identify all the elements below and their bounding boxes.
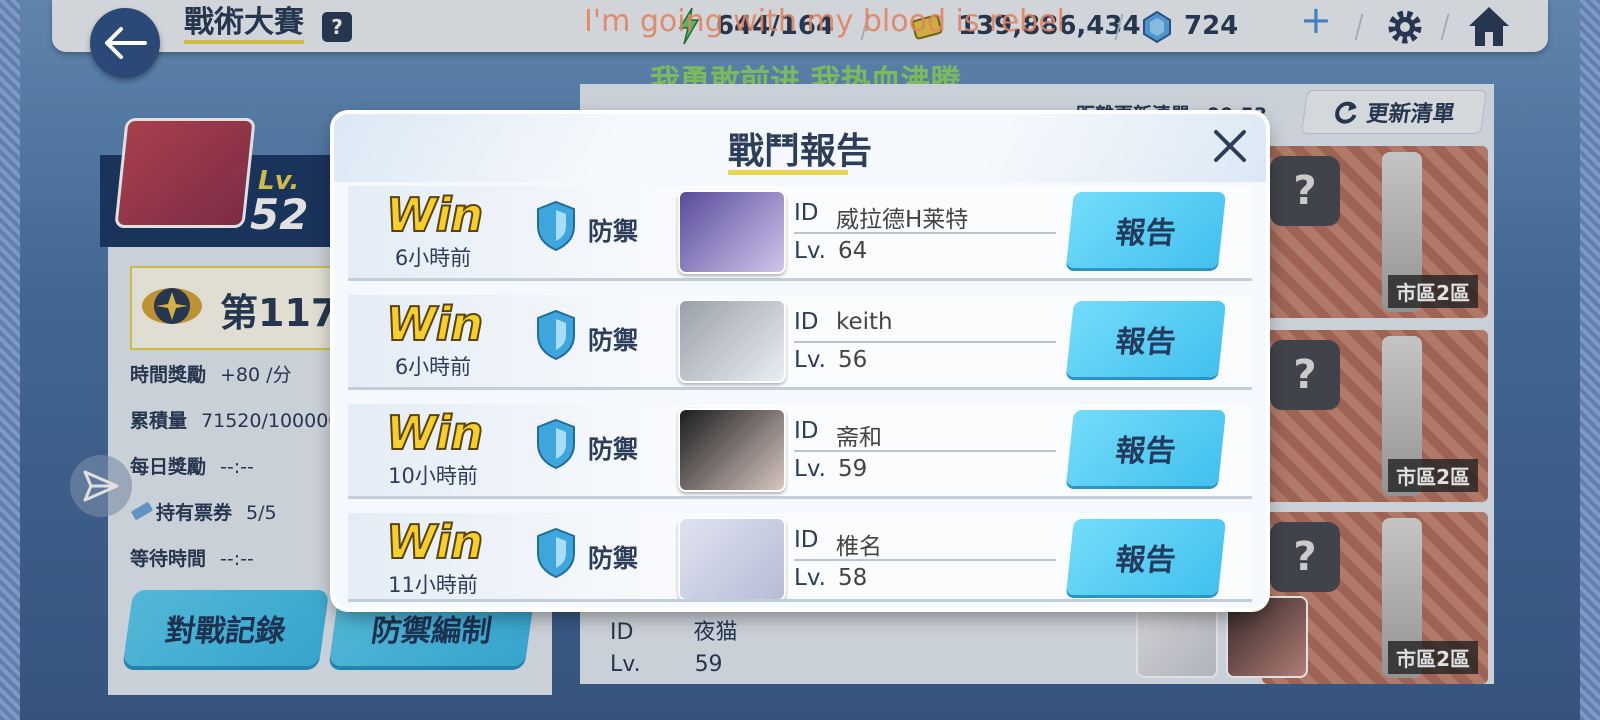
opponent-avatar bbox=[678, 190, 786, 274]
report-button[interactable]: 報告 bbox=[1066, 192, 1226, 268]
report-button[interactable]: 報告 bbox=[1066, 301, 1226, 377]
time-ago: 6小時前 bbox=[394, 246, 472, 270]
modal-title: 戰鬥報告 bbox=[727, 131, 872, 172]
win-label: Win bbox=[385, 187, 484, 243]
battle-report-modal: 戰鬥報告 Win 6小時前 防禦 ID 威拉德H莱特 Lv. 64 報告 Win… bbox=[334, 114, 1266, 608]
opponent-avatar bbox=[678, 517, 786, 599]
row-divider bbox=[794, 232, 1056, 234]
win-label: Win bbox=[385, 405, 484, 461]
shield-icon bbox=[537, 309, 575, 361]
report-button[interactable]: 報告 bbox=[1066, 410, 1226, 486]
time-ago: 10小時前 bbox=[388, 464, 478, 488]
row-divider bbox=[794, 341, 1056, 343]
report-row: Win 10小時前 防禦 ID 斋和 Lv. 59 報告 bbox=[348, 404, 1252, 496]
defense-label: 防禦 bbox=[588, 544, 639, 573]
win-label: Win bbox=[385, 514, 484, 570]
opponent-level: 58 bbox=[838, 565, 868, 591]
id-label: ID bbox=[794, 418, 819, 444]
opponent-level: 59 bbox=[838, 456, 868, 482]
report-row: Win 6小時前 防禦 ID keith Lv. 56 報告 bbox=[348, 295, 1252, 387]
opponent-id: 斋和 bbox=[836, 425, 882, 451]
lv-label: Lv. bbox=[794, 456, 826, 482]
opponent-avatar bbox=[678, 408, 786, 492]
report-button[interactable]: 報告 bbox=[1066, 519, 1226, 595]
defense-label: 防禦 bbox=[588, 217, 639, 246]
opponent-id: 椎名 bbox=[836, 534, 882, 560]
lv-label: Lv. bbox=[794, 238, 826, 264]
opponent-id: keith bbox=[836, 309, 893, 335]
id-label: ID bbox=[794, 527, 819, 553]
id-label: ID bbox=[794, 200, 819, 226]
arrow-left-icon bbox=[105, 27, 147, 59]
shield-icon bbox=[537, 418, 575, 470]
shield-icon bbox=[537, 527, 575, 579]
defense-label: 防禦 bbox=[588, 435, 639, 464]
report-row: Win 6小時前 防禦 ID 威拉德H莱特 Lv. 64 報告 bbox=[348, 186, 1252, 278]
back-button[interactable] bbox=[90, 8, 160, 78]
lv-label: Lv. bbox=[794, 565, 826, 591]
id-label: ID bbox=[794, 309, 819, 335]
win-label: Win bbox=[385, 296, 484, 352]
time-ago: 11小時前 bbox=[388, 573, 478, 597]
opponent-id: 威拉德H莱特 bbox=[836, 207, 969, 233]
title-underline bbox=[728, 170, 848, 175]
close-icon[interactable] bbox=[1210, 126, 1250, 166]
lv-label: Lv. bbox=[794, 347, 826, 373]
shield-icon bbox=[537, 200, 575, 252]
defense-label: 防禦 bbox=[588, 326, 639, 355]
time-ago: 6小時前 bbox=[394, 355, 472, 379]
opponent-level: 64 bbox=[838, 238, 868, 264]
opponent-level: 56 bbox=[838, 347, 868, 373]
row-divider bbox=[794, 450, 1056, 452]
row-divider bbox=[794, 559, 1056, 561]
opponent-avatar bbox=[678, 299, 786, 383]
report-row: Win 11小時前 防禦 ID 椎名 Lv. 58 報告 bbox=[348, 513, 1252, 599]
